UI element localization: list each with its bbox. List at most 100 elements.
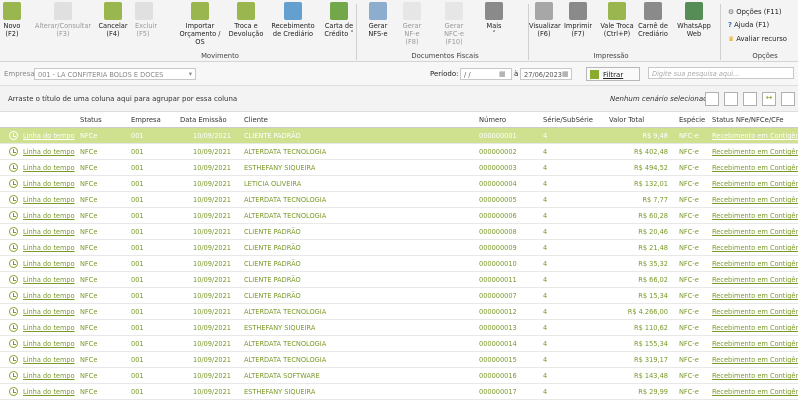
table-row[interactable]: Linha do tempo NFCe 001 10/09/2021 CLIENTE P… — [0, 128, 798, 144]
cell-status-nfe[interactable]: Recebimento em Contigên — [712, 356, 798, 364]
column-header-especie[interactable]: Espécie — [679, 116, 705, 124]
timeline-link[interactable]: Linha do tempo — [23, 276, 75, 284]
calendar-icon[interactable]: ▦ — [499, 70, 506, 78]
clock-icon[interactable] — [9, 339, 18, 348]
empresa-select[interactable]: 001 - LA CONFITERIA BOLOS E DOCES ▾ — [34, 68, 196, 80]
timeline-link[interactable]: Linha do tempo — [23, 212, 75, 220]
ribbon-button-2[interactable]: Cancelar (F4) — [98, 2, 128, 50]
timeline-link[interactable]: Linha do tempo — [23, 164, 75, 172]
ribbon-button-6[interactable]: Recebimento de Crediário — [266, 2, 320, 50]
ribbon-button-8[interactable]: Gerar NFS-e — [366, 2, 390, 50]
ribbon-button-13[interactable]: Imprimir (F7) — [562, 2, 594, 50]
ribbon-button-12[interactable]: Visualizar (F6) — [529, 2, 561, 50]
cell-status-nfe[interactable]: Recebimento em Contigên — [712, 276, 798, 284]
timeline-link[interactable]: Linha do tempo — [23, 292, 75, 300]
cell-status-nfe[interactable]: Recebimento em Contigên — [712, 228, 798, 236]
search-input[interactable]: Digite sua pesquisa aqui... — [648, 67, 794, 79]
timeline-link[interactable]: Linha do tempo — [23, 196, 75, 204]
options-button[interactable]: ⚙ Opções (F11) — [728, 8, 782, 16]
table-row[interactable]: Linha do tempo NFCe 001 10/09/2021 ALTERDATA… — [0, 208, 798, 224]
rate-feature-button[interactable]: ♛ Avaliar recurso — [728, 35, 787, 43]
table-row[interactable]: Linha do tempo NFCe 001 10/09/2021 CLIENTE P… — [0, 272, 798, 288]
clock-icon[interactable] — [9, 243, 18, 252]
table-row[interactable]: Linha do tempo NFCe 001 10/09/2021 CLIENTE P… — [0, 240, 798, 256]
table-row[interactable]: Linha do tempo NFCe 001 10/09/2021 CLIENTE P… — [0, 288, 798, 304]
help-button[interactable]: ? Ajuda (F1) — [728, 21, 769, 29]
table-row[interactable]: Linha do tempo NFCe 001 10/09/2021 ESTHEFANY… — [0, 384, 798, 400]
cell-status-nfe[interactable]: Recebimento em Contigên — [712, 292, 798, 300]
ribbon-button-15[interactable]: Carnê de Crediário — [638, 2, 668, 50]
calendar-icon[interactable]: ▦ — [562, 70, 569, 78]
ribbon-button-3[interactable]: Excluir (F5) — [135, 2, 157, 50]
timeline-link[interactable]: Linha do tempo — [23, 180, 75, 188]
cell-status-nfe[interactable]: Recebimento em Contigên — [712, 260, 798, 268]
column-header-status[interactable]: Status — [80, 116, 102, 124]
timeline-link[interactable]: Linha do tempo — [23, 324, 75, 332]
clock-icon[interactable] — [9, 227, 18, 236]
clock-icon[interactable] — [9, 147, 18, 156]
column-header-valor[interactable]: Valor Total — [609, 116, 644, 124]
timeline-link[interactable]: Linha do tempo — [23, 148, 75, 156]
ribbon-button-10[interactable]: Gerar NFC-e (F10) — [436, 2, 472, 50]
cell-status-nfe[interactable]: Recebimento em Contigên — [712, 164, 798, 172]
cell-status-nfe[interactable]: Recebimento em Contigên — [712, 132, 798, 140]
table-row[interactable]: Linha do tempo NFCe 001 10/09/2021 ALTERDATA… — [0, 352, 798, 368]
table-row[interactable]: Linha do tempo NFCe 001 10/09/2021 ALTERDATA… — [0, 304, 798, 320]
table-row[interactable]: Linha do tempo NFCe 001 10/09/2021 ALTERDATA… — [0, 336, 798, 352]
column-header-cliente[interactable]: Cliente — [244, 116, 268, 124]
table-row[interactable]: Linha do tempo NFCe 001 10/09/2021 ALTERDATA… — [0, 368, 798, 384]
table-row[interactable]: Linha do tempo NFCe 001 10/09/2021 ESTHEFANY… — [0, 160, 798, 176]
timeline-link[interactable]: Linha do tempo — [23, 308, 75, 316]
column-header-data[interactable]: Data Emissão — [180, 116, 227, 124]
clock-icon[interactable] — [9, 259, 18, 268]
clock-icon[interactable] — [9, 355, 18, 364]
cell-status-nfe[interactable]: Recebimento em Contigên — [712, 180, 798, 188]
filter-button[interactable]: Filtrar — [586, 67, 640, 81]
clock-icon[interactable] — [9, 275, 18, 284]
timeline-link[interactable]: Linha do tempo — [23, 340, 75, 348]
expand-icon[interactable]: ↔ — [762, 92, 776, 106]
ribbon-button-16[interactable]: WhatsApp Web — [674, 2, 714, 50]
ribbon-button-4[interactable]: Importar Orçamento / OS — [176, 2, 224, 50]
clock-icon[interactable] — [9, 211, 18, 220]
clock-icon[interactable] — [9, 163, 18, 172]
clock-icon[interactable] — [9, 179, 18, 188]
scenario-square-icon[interactable] — [705, 92, 719, 106]
ribbon-button-1[interactable]: Alterar/Consultar (F3) — [34, 2, 92, 50]
undo-scenario-icon[interactable] — [743, 92, 757, 106]
timeline-link[interactable]: Linha do tempo — [23, 356, 75, 364]
table-row[interactable]: Linha do tempo NFCe 001 10/09/2021 ALTERDATA… — [0, 192, 798, 208]
save-scenario-icon[interactable] — [724, 92, 738, 106]
ribbon-button-0[interactable]: Novo (F2) — [2, 2, 22, 50]
clock-icon[interactable] — [9, 387, 18, 396]
column-header-status-nfe[interactable]: Status NFe/NFCe/CFe — [712, 116, 784, 124]
table-row[interactable]: Linha do tempo NFCe 001 10/09/2021 CLIENTE P… — [0, 224, 798, 240]
clock-icon[interactable] — [9, 131, 18, 140]
timeline-link[interactable]: Linha do tempo — [23, 244, 75, 252]
column-header-numero[interactable]: Número — [479, 116, 506, 124]
cell-status-nfe[interactable]: Recebimento em Contigên — [712, 244, 798, 252]
clock-icon[interactable] — [9, 291, 18, 300]
table-row[interactable]: Linha do tempo NFCe 001 10/09/2021 ALTERDATA… — [0, 144, 798, 160]
ribbon-button-7[interactable]: Carta de Crédito ˅ — [322, 2, 356, 50]
timeline-link[interactable]: Linha do tempo — [23, 260, 75, 268]
timeline-link[interactable]: Linha do tempo — [23, 132, 75, 140]
cell-status-nfe[interactable]: Recebimento em Contigên — [712, 324, 798, 332]
cell-status-nfe[interactable]: Recebimento em Contigên — [712, 196, 798, 204]
column-header-serie[interactable]: Série/SubSérie — [543, 116, 593, 124]
cell-status-nfe[interactable]: Recebimento em Contigên — [712, 212, 798, 220]
cell-status-nfe[interactable]: Recebimento em Contigên — [712, 388, 798, 396]
timeline-link[interactable]: Linha do tempo — [23, 228, 75, 236]
ribbon-button-11[interactable]: Mais ˅ — [484, 2, 504, 50]
cell-status-nfe[interactable]: Recebimento em Contigên — [712, 340, 798, 348]
columns-icon[interactable] — [781, 92, 795, 106]
timeline-link[interactable]: Linha do tempo — [23, 388, 75, 396]
column-header-empresa[interactable]: Empresa — [131, 116, 161, 124]
ribbon-button-5[interactable]: Troca e Devolução — [226, 2, 266, 50]
clock-icon[interactable] — [9, 195, 18, 204]
table-row[interactable]: Linha do tempo NFCe 001 10/09/2021 ESTHEFANY… — [0, 320, 798, 336]
table-row[interactable]: Linha do tempo NFCe 001 10/09/2021 LETICIA O… — [0, 176, 798, 192]
clock-icon[interactable] — [9, 307, 18, 316]
cell-status-nfe[interactable]: Recebimento em Contigên — [712, 308, 798, 316]
cell-status-nfe[interactable]: Recebimento em Contigên — [712, 148, 798, 156]
